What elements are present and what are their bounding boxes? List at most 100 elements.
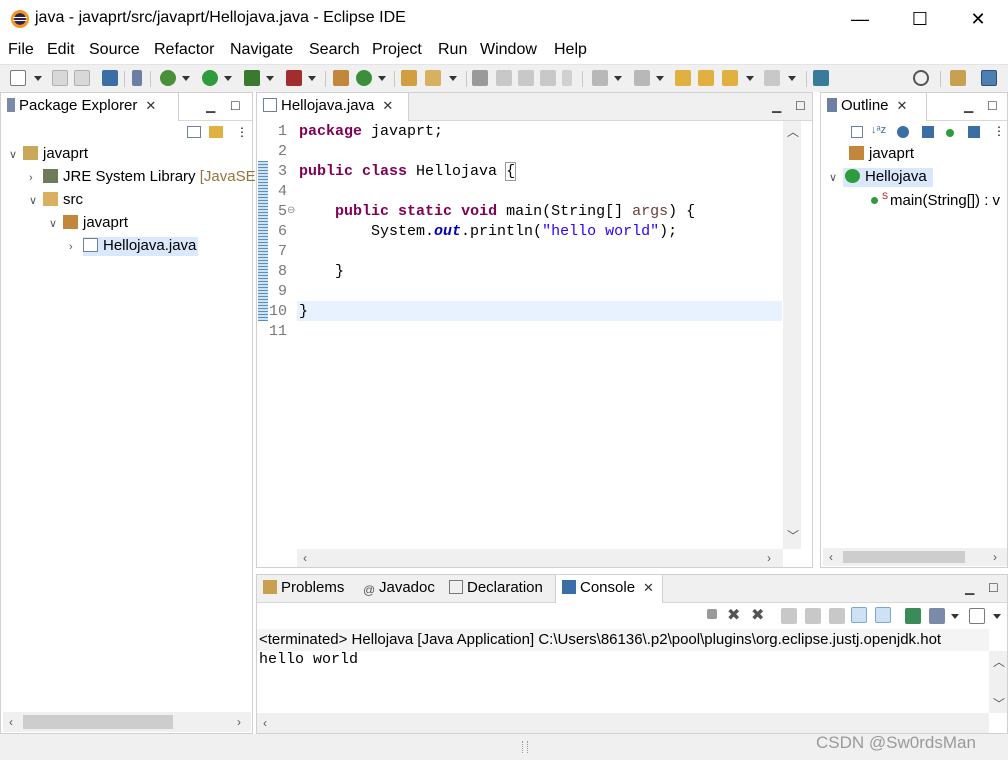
tab-outline[interactable]: Outline ✕ [821,93,927,121]
java-perspective-icon[interactable] [981,70,997,86]
pin-console-icon[interactable] [905,608,921,624]
chevron-down-icon[interactable]: ∨ [9,148,23,161]
minimize-button[interactable]: — [830,0,890,38]
pin-editor-icon[interactable] [813,70,829,86]
forward-icon[interactable] [764,70,780,86]
toggle-highlight-icon[interactable] [496,70,512,86]
menu-refactor[interactable]: Refactor [154,41,214,59]
menu-edit[interactable]: Edit [47,41,75,59]
new-icon[interactable] [10,70,26,86]
code-line-10[interactable]: } [299,303,308,320]
save-all-icon[interactable] [74,70,90,86]
link-with-editor-icon[interactable] [209,126,223,138]
code-line-6[interactable]: System.out.println("hello world"); [299,223,677,240]
fold-toggle-icon[interactable]: ⊖ [287,205,295,216]
collapse-all-icon[interactable] [187,126,201,138]
minimize-view-icon[interactable]: ▁ [964,99,973,113]
outline-item-method[interactable]: Smain(String[]) : v [871,191,1007,213]
menu-run[interactable]: Run [438,41,467,59]
maximize-button[interactable]: ☐ [890,0,950,38]
menu-window[interactable]: Window [480,41,537,59]
coverage-icon[interactable] [244,70,260,86]
view-menu-icon[interactable]: ⋮ [236,125,248,139]
code-editor[interactable] [268,121,782,549]
show-on-stdout-icon[interactable] [851,607,867,623]
toggle-mark-occurrences-icon[interactable] [472,70,488,86]
hide-fields-icon[interactable] [897,126,909,138]
code-line-5[interactable]: public static void main(String[] args) { [299,203,695,220]
maximize-view-icon[interactable]: ☐ [795,99,806,113]
scroll-left-icon[interactable]: ‹ [829,550,833,564]
tab-problems[interactable]: Problems [257,575,357,603]
scroll-right-icon[interactable]: › [237,715,241,729]
scroll-up-icon[interactable]: ︿ [993,653,1005,670]
console-vertical-scrollbar[interactable]: ︿ ﹀ [989,651,1007,713]
menu-help[interactable]: Help [554,41,587,59]
open-type-icon[interactable] [401,70,417,86]
minimize-view-icon[interactable]: ▁ [965,581,974,595]
maximize-view-icon[interactable]: ☐ [230,99,241,113]
tree-item-package[interactable]: ∨ javaprt [49,214,128,236]
terminate-icon[interactable] [707,609,717,619]
tree-item-project[interactable]: ∨ javaprt [9,145,88,167]
tab-javadoc[interactable]: @ Javadoc [357,575,441,603]
menu-project[interactable]: Project [372,41,422,59]
chevron-right-icon[interactable]: › [29,172,43,184]
sort-icon[interactable]: ↓ᵃz [871,124,886,136]
open-console-icon[interactable] [969,608,985,624]
new-java-package-icon[interactable] [333,70,349,86]
open-perspective-icon[interactable] [950,70,966,86]
chevron-down-icon[interactable]: ∨ [49,217,63,230]
maximize-view-icon[interactable]: ☐ [987,99,998,113]
forward-edit-icon[interactable] [698,70,714,86]
word-wrap-icon[interactable] [829,608,845,624]
editor-vertical-scrollbar[interactable]: ︿ ﹀ [783,121,801,549]
back-icon[interactable] [722,70,738,86]
close-window-button[interactable]: ✕ [948,0,1008,38]
chevron-down-icon[interactable]: ∨ [829,171,843,184]
outline-horizontal-scrollbar[interactable]: ‹ › [823,548,1007,566]
close-icon[interactable]: ✕ [897,98,908,114]
scrollbar-thumb[interactable] [23,715,173,729]
debug-icon[interactable] [160,70,176,86]
tab-declaration[interactable]: Declaration [443,575,555,603]
outline-item-class[interactable]: ∨ Hellojava [829,168,933,190]
horizontal-scrollbar[interactable]: ‹ › [3,712,251,732]
display-selected-console-icon[interactable] [929,608,945,624]
scroll-left-icon[interactable]: ‹ [9,715,13,729]
chevron-down-icon[interactable]: ∨ [29,194,43,207]
skip-breakpoints-icon[interactable] [132,70,142,86]
tab-hellojava[interactable]: Hellojava.java ✕ [257,93,409,121]
tab-console[interactable]: Console ✕ [555,575,663,603]
close-icon[interactable]: ✕ [145,98,156,114]
menu-navigate[interactable]: Navigate [230,41,293,59]
view-menu-icon[interactable]: ⋮ [993,124,1005,138]
menu-search[interactable]: Search [309,41,360,59]
save-icon[interactable] [52,70,68,86]
scroll-down-icon[interactable]: ﹀ [993,695,1005,712]
tree-item-hellojava[interactable]: › Hellojava.java [69,237,199,259]
close-icon[interactable]: ✕ [643,580,654,596]
minimize-view-icon[interactable]: ▁ [206,99,215,113]
code-line-8[interactable]: } [299,263,344,280]
previous-annotation-icon[interactable] [634,70,650,86]
close-icon[interactable]: ✕ [382,98,393,114]
search-icon[interactable] [913,70,929,86]
tab-package-explorer[interactable]: Package Explorer ✕ [1,93,179,121]
code-line-3[interactable]: public class Hellojava { [299,162,517,181]
scroll-up-icon[interactable]: ︿ [787,123,799,140]
hide-non-public-icon[interactable] [946,129,954,137]
last-edit-location-icon[interactable] [675,70,691,86]
show-on-stderr-icon[interactable] [875,607,891,623]
menu-file[interactable]: File [8,41,34,59]
code-line-1[interactable]: package javaprt; [299,123,443,140]
clear-console-icon[interactable] [781,608,797,624]
collapse-all-icon[interactable] [851,126,863,138]
tree-item-jre[interactable]: › JRE System Library [JavaSE [29,168,256,190]
show-whitespace-icon[interactable] [562,70,572,86]
scroll-lock-icon[interactable] [805,608,821,624]
scroll-right-icon[interactable]: › [767,551,771,565]
new-java-class-icon[interactable] [356,70,372,86]
remove-launch-icon[interactable]: ✖ [727,605,740,625]
menu-source[interactable]: Source [89,41,140,59]
